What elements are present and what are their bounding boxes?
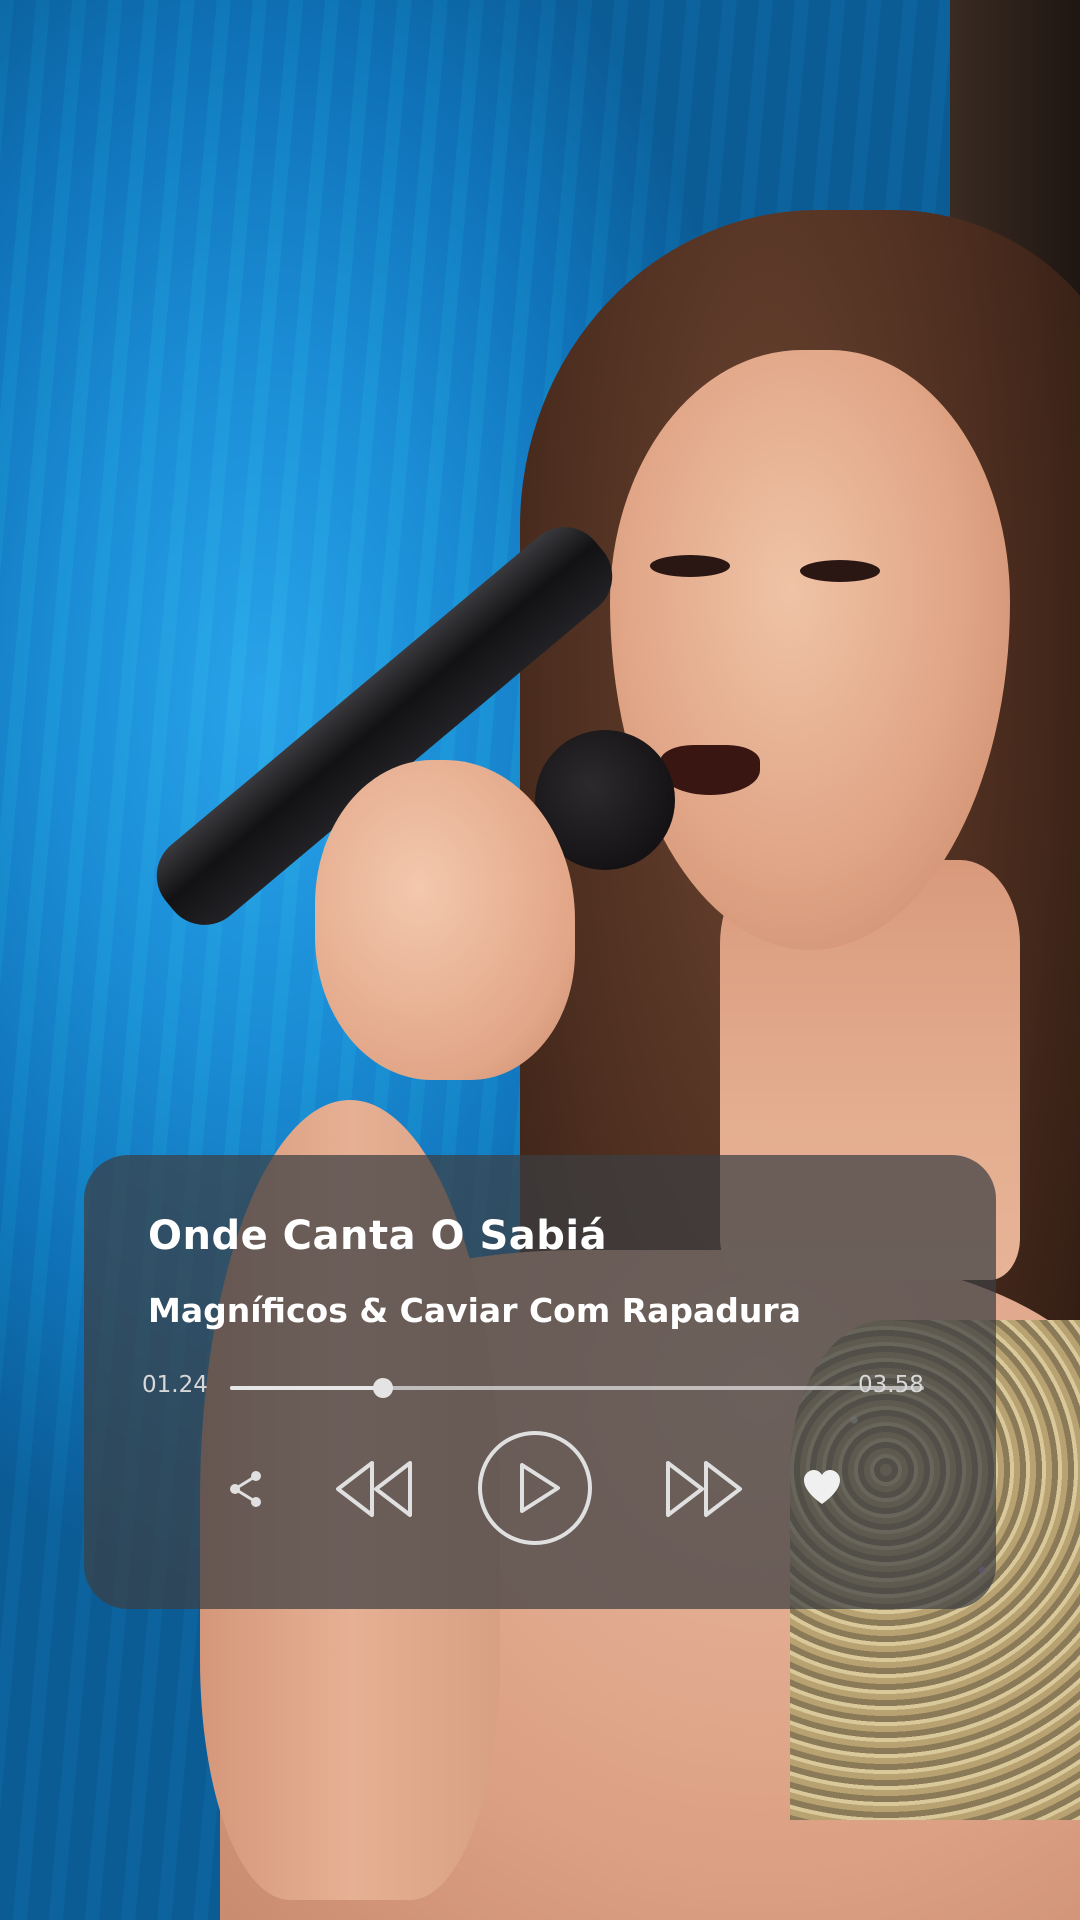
current-time: 01.24 (142, 1372, 208, 1398)
total-time: 03.58 (858, 1372, 924, 1398)
music-player-card: Onde Canta O Sabiá Magníficos & Caviar C… (84, 1155, 996, 1609)
rewind-icon (336, 1461, 412, 1517)
heart-icon (804, 1470, 840, 1504)
video-frame: Onde Canta O Sabiá Magníficos & Caviar C… (0, 0, 1080, 1920)
fast-forward-icon (666, 1461, 742, 1517)
share-icon (230, 1471, 261, 1507)
progress-thumb[interactable] (372, 1378, 393, 1398)
singer-hand (315, 760, 575, 1080)
play-button[interactable] (476, 1429, 594, 1547)
like-button[interactable] (800, 1466, 844, 1510)
progress-bar[interactable] (230, 1378, 924, 1398)
progress-fill (230, 1386, 383, 1390)
singer-eye-left (650, 555, 730, 577)
singer-mouth (660, 745, 760, 795)
play-icon (478, 1431, 592, 1545)
fast-forward-button[interactable] (654, 1455, 750, 1523)
share-button[interactable] (222, 1465, 270, 1513)
artist-name: Magníficos & Caviar Com Rapadura (148, 1291, 801, 1330)
singer-eye-right (800, 560, 880, 582)
song-title: Onde Canta O Sabiá (148, 1213, 608, 1259)
rewind-button[interactable] (328, 1455, 424, 1523)
